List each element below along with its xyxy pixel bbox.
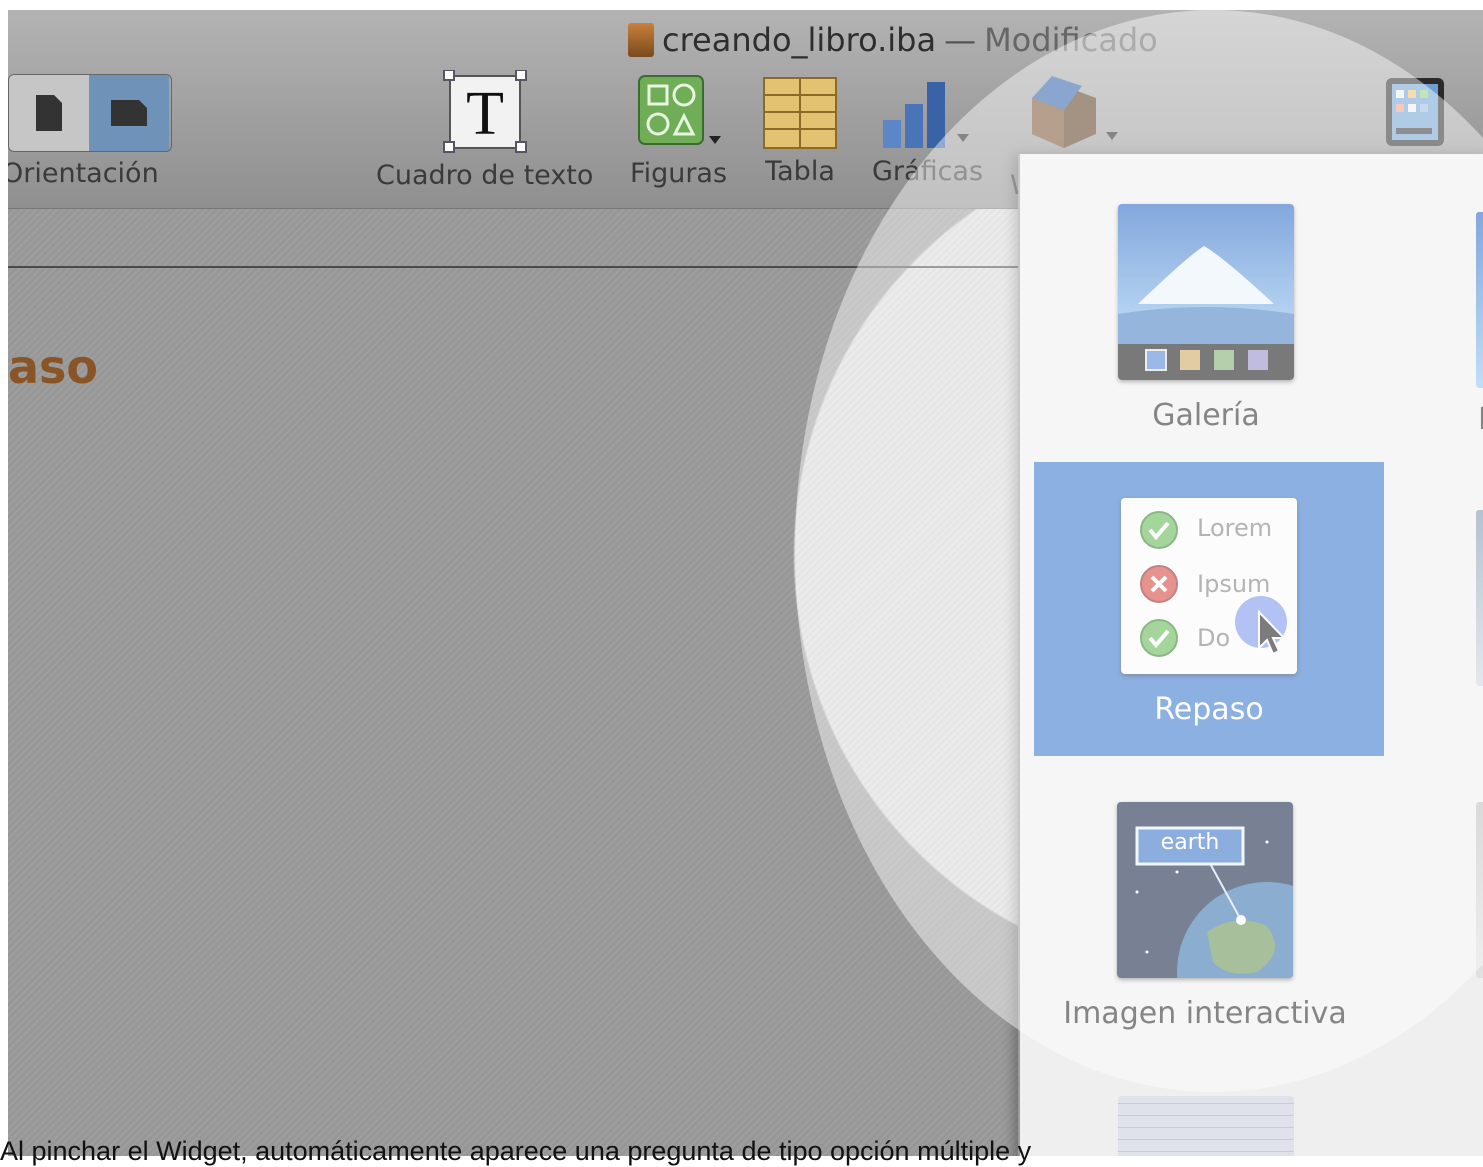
textbox-button[interactable]: T Cuadro de texto	[376, 70, 593, 191]
portrait-button[interactable]	[9, 75, 89, 151]
widgets-button[interactable]: W	[1010, 72, 1122, 201]
app-window: creando_libro.iba — Modificado Orientaci…	[8, 10, 1483, 1156]
document-icon	[628, 23, 654, 57]
document-heading-fragment: aso	[8, 340, 99, 394]
table-icon	[763, 77, 837, 149]
interactive-image-thumbnail-icon: earth	[1117, 802, 1293, 978]
review-thumbnail-icon: Lorem Ipsum Do	[1121, 498, 1297, 674]
textbox-icon: T	[442, 70, 527, 153]
modified-status: Modificado	[984, 21, 1158, 59]
widget-item-interactive-image[interactable]: earth Imagen interactiva	[1063, 802, 1347, 1031]
window-title: creando_libro.iba — Modificado	[628, 18, 1158, 62]
textbox-label: Cuadro de texto	[376, 160, 594, 191]
tutorial-caption: Al pinchar el Widget, automáticamente ap…	[0, 1136, 1032, 1166]
window-title-text: creando_libro.iba	[662, 21, 937, 59]
table-button[interactable]: Tabla	[760, 76, 840, 187]
widget-item-next-thumbnail-2[interactable]	[1476, 802, 1483, 978]
widgets-box-icon	[1032, 76, 1118, 148]
title-separator: —	[944, 21, 977, 59]
review-label: Repaso	[1154, 692, 1264, 727]
ipad-preview-button[interactable]	[1384, 76, 1446, 152]
orientation-label: Orientación	[8, 158, 159, 189]
charts-button[interactable]: Gráficas	[872, 74, 983, 187]
charts-label: Gráficas	[872, 156, 984, 187]
widget-item-review[interactable]: Lorem Ipsum Do Repaso	[1034, 462, 1384, 756]
earth-callout-label: earth	[1160, 830, 1220, 855]
widget-dropdown-menu: Galería M Lorem Ipsum Do Repa	[1018, 154, 1483, 1156]
shapes-icon	[637, 75, 721, 145]
charts-icon	[882, 82, 969, 148]
table-label: Tabla	[765, 156, 835, 187]
ipad-icon	[1386, 78, 1444, 146]
landscape-button[interactable]	[89, 75, 169, 151]
widget-item-media-thumbnail[interactable]	[1476, 212, 1483, 388]
portrait-icon	[36, 95, 62, 131]
gallery-label: Galería	[1152, 398, 1260, 433]
media-label-partial: M	[1478, 402, 1483, 437]
svg-text:T: T	[466, 80, 504, 148]
review-option-1: Lorem	[1197, 514, 1273, 542]
gallery-thumbnail-icon	[1118, 204, 1294, 380]
orientation-control[interactable]	[8, 74, 172, 152]
review-option-3: Do	[1197, 624, 1231, 652]
shapes-button[interactable]: Figuras	[630, 72, 727, 189]
widget-item-gallery[interactable]: Galería	[1118, 204, 1294, 433]
shapes-label: Figuras	[630, 158, 728, 189]
widget-item-next-thumbnail[interactable]	[1476, 510, 1483, 686]
review-option-2: Ipsum	[1197, 570, 1271, 598]
landscape-icon	[111, 100, 147, 126]
interactive-image-label: Imagen interactiva	[1063, 996, 1347, 1031]
